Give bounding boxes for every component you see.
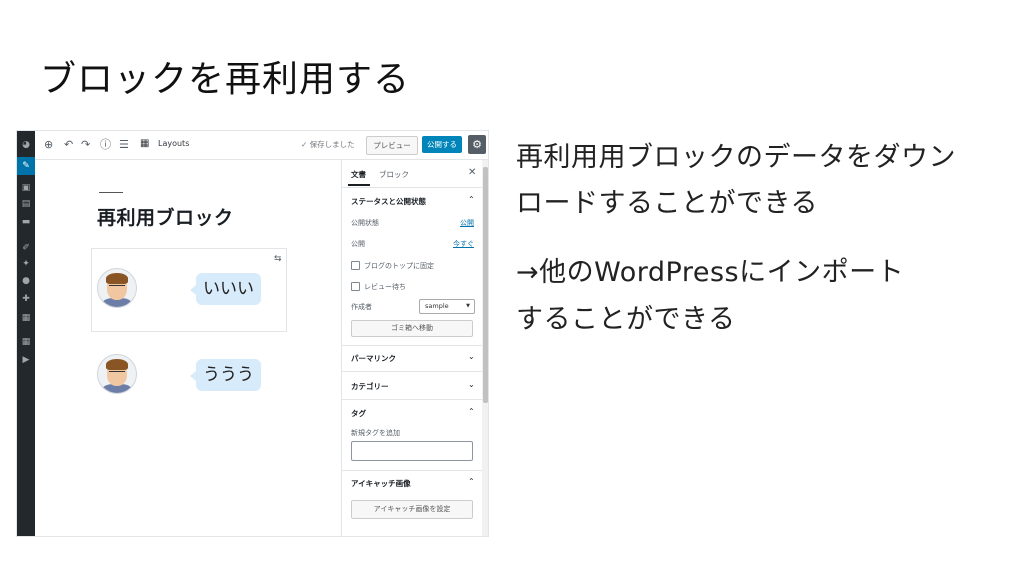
divider [342, 371, 482, 372]
close-icon[interactable]: ✕ [468, 167, 476, 178]
saved-status: ✓ 保存しました [301, 140, 355, 149]
author-value: sample [425, 302, 449, 310]
speech-bubble[interactable]: ううう [190, 359, 261, 391]
point1-line1: 再利用用ブロックのデータをダウン [516, 142, 956, 173]
editor-toolbar: ⊕ ↶ ↷ ⓘ ☰ ▦ Layouts ✓ 保存しました プレビュー 公開する … [35, 131, 488, 160]
users-icon[interactable]: ● [21, 276, 31, 286]
pages-icon[interactable]: ▤ [21, 199, 31, 209]
editor-canvas: 再利用ブロック ⇆ いいい ううう [35, 160, 341, 536]
sidebar-scrollbar[interactable] [482, 160, 488, 536]
wordpress-editor-screenshot: ◕ ✎ ▣ ▤ ▬ ✐ ✦ ● ✚ ▦ ▦ ▶ ⊕ ↶ ↷ ⓘ ☰ ▦ Layo… [17, 131, 488, 536]
slide-title: ブロックを再利用する [40, 59, 411, 100]
divider [342, 399, 482, 400]
scrollbar-thumb[interactable] [483, 167, 488, 403]
undo-icon[interactable]: ↶ [64, 138, 73, 152]
author-label: 作成者 [351, 303, 372, 311]
grid-icon[interactable]: ▦ [21, 337, 31, 347]
outline-icon[interactable]: ☰ [119, 138, 129, 152]
posts-pin-icon[interactable]: ✎ [21, 161, 31, 171]
sticky-checkbox[interactable] [351, 261, 360, 270]
redo-icon[interactable]: ↷ [81, 138, 90, 152]
point1-line2: ロードすることができる [516, 188, 818, 219]
settings-gear-button[interactable]: ⚙ [468, 135, 486, 154]
title-separator [99, 192, 123, 193]
chevron-up-icon[interactable]: ⌃ [468, 195, 475, 204]
sidebar-tabs: 文書 ブロック ✕ [342, 160, 488, 188]
speech-bubble[interactable]: いいい [190, 273, 261, 305]
chevron-down-icon[interactable]: ⌄ [468, 352, 475, 361]
settings-sidebar: 文書 ブロック ✕ ステータスと公開状態 ⌃ 公開状態 公開 公開 今すぐ ブロ… [341, 160, 488, 536]
dashboard-icon[interactable]: ◕ [21, 140, 31, 150]
comments-icon[interactable]: ▬ [21, 217, 31, 227]
add-block-icon[interactable]: ⊕ [44, 138, 53, 152]
publish-label: 公開 [351, 240, 365, 248]
play-icon[interactable]: ▶ [21, 355, 31, 365]
pending-review-checkbox[interactable] [351, 282, 360, 291]
publish-button[interactable]: 公開する [422, 136, 462, 153]
avatar [97, 268, 137, 308]
trash-button[interactable]: ゴミ箱へ移動 [351, 320, 473, 337]
tag-panel-title[interactable]: タグ [351, 408, 366, 419]
pending-review-label: レビュー待ち [364, 283, 406, 291]
appearance-icon[interactable]: ✐ [21, 243, 31, 253]
point2-line1: →他のWordPressにインポート [516, 257, 905, 288]
reusable-block-icon[interactable]: ⇆ [274, 254, 282, 264]
new-tag-label: 新規タグを追加 [351, 429, 400, 437]
tools-icon[interactable]: ✚ [21, 294, 31, 304]
eyecatch-panel-title[interactable]: アイキャッチ画像 [351, 478, 411, 489]
divider [342, 470, 482, 471]
tab-document[interactable]: 文書 [351, 169, 366, 180]
post-title[interactable]: 再利用ブロック [97, 203, 234, 230]
plugins-icon[interactable]: ✦ [21, 259, 31, 269]
visibility-label: 公開状態 [351, 219, 379, 227]
dropdown-arrow-icon: ▼ [466, 303, 470, 309]
divider [342, 345, 482, 346]
avatar [97, 354, 137, 394]
chevron-up-icon[interactable]: ⌃ [468, 477, 475, 486]
active-tab-indicator [348, 184, 370, 186]
author-select[interactable]: sample ▼ [419, 299, 475, 314]
admin-sidebar: ◕ ✎ ▣ ▤ ▬ ✐ ✦ ● ✚ ▦ ▦ ▶ [17, 131, 35, 536]
new-tag-input[interactable] [351, 441, 473, 461]
layouts-icon[interactable]: ▦ [140, 138, 151, 149]
gear-icon: ⚙ [472, 138, 482, 151]
visibility-link[interactable]: 公開 [460, 218, 474, 228]
media-icon[interactable]: ▣ [21, 183, 31, 193]
info-icon[interactable]: ⓘ [100, 138, 111, 152]
layouts-button[interactable]: Layouts [158, 139, 189, 148]
settings-icon[interactable]: ▦ [21, 313, 31, 323]
set-eyecatch-button[interactable]: アイキャッチ画像を設定 [351, 500, 473, 519]
tab-block[interactable]: ブロック [379, 169, 409, 180]
category-panel-title[interactable]: カテゴリー [351, 381, 389, 392]
point2-line2: することができる [516, 304, 736, 335]
preview-button[interactable]: プレビュー [366, 136, 418, 155]
permalink-panel-title[interactable]: パーマリンク [351, 353, 396, 364]
publish-date-link[interactable]: 今すぐ [453, 239, 474, 249]
chevron-down-icon[interactable]: ⌄ [468, 380, 475, 389]
status-panel-title[interactable]: ステータスと公開状態 [351, 196, 426, 207]
chevron-up-icon[interactable]: ⌃ [468, 407, 475, 416]
sticky-label: ブログのトップに固定 [364, 262, 434, 270]
